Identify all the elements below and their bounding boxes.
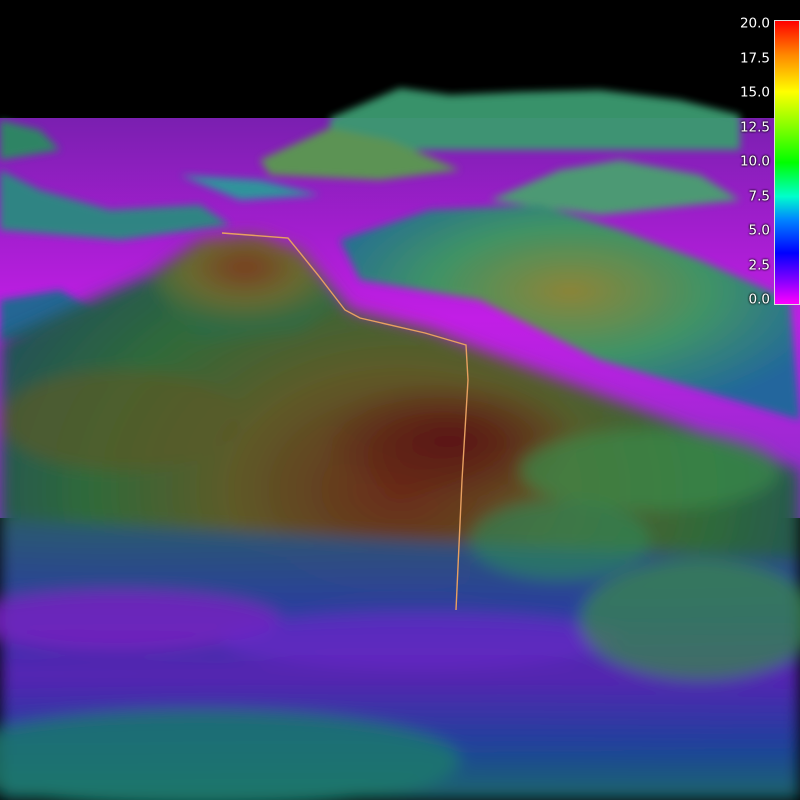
- colorbar-legend: 20.0 17.5 15.0 12.5 10.0 7.5 5.0 2.5 0.0: [732, 14, 800, 310]
- colorbar-tick: 5.0: [748, 222, 770, 239]
- colorbar-tick: 17.5: [739, 50, 770, 67]
- colorbar-gradient: [774, 20, 800, 305]
- colorbar-tick: 2.5: [748, 257, 770, 274]
- terrain-3d-view: [0, 0, 800, 800]
- colorbar-tick: 15.0: [739, 84, 770, 101]
- colorbar-tick: 0.0: [748, 291, 770, 308]
- colorbar-tick: 20.0: [739, 15, 770, 32]
- colorbar-tick: 10.0: [739, 153, 770, 170]
- colorbar-tick: 12.5: [739, 119, 770, 136]
- colorbar-tick: 7.5: [748, 188, 770, 205]
